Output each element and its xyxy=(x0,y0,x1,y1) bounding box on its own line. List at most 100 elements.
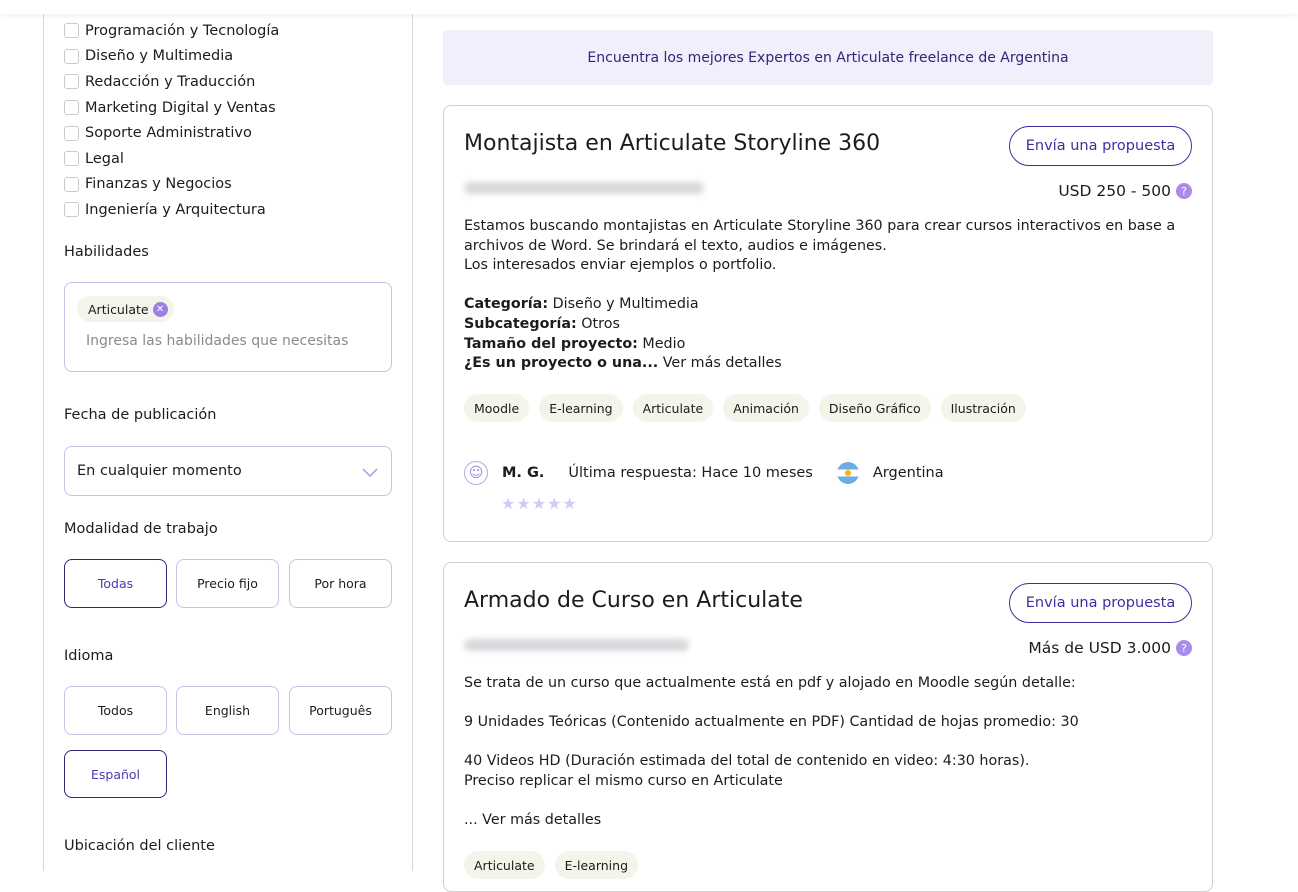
client-location-heading: Ubicación del cliente xyxy=(64,838,215,854)
category-checkbox-4[interactable]: Soporte Administrativo xyxy=(64,120,279,146)
detail-subcategory: Subcategoría: Otros xyxy=(464,315,1184,335)
description-line: Los interesados enviar ejemplos o portfo… xyxy=(464,257,777,274)
category-label: Redacción y Traducción xyxy=(85,73,256,90)
skill-tags: Articulate E-learning xyxy=(464,851,638,879)
send-proposal-button[interactable]: Envía una propuesta xyxy=(1009,126,1192,166)
help-icon[interactable]: ? xyxy=(1176,183,1192,199)
skill-tag[interactable]: Ilustración xyxy=(940,394,1026,422)
skills-input[interactable] xyxy=(86,333,376,349)
detail-value: Otros xyxy=(576,315,620,332)
star-icon: ★ xyxy=(547,494,562,513)
skill-tag[interactable]: Moodle xyxy=(464,394,530,422)
date-heading: Fecha de publicación xyxy=(64,407,217,423)
checkbox-icon[interactable] xyxy=(64,202,79,218)
category-label: Finanzas y Negocios xyxy=(85,176,232,193)
mode-option-por-hora[interactable]: Por hora xyxy=(289,559,392,608)
close-icon[interactable]: ✕ xyxy=(152,301,168,317)
skill-tag[interactable]: Diseño Gráfico xyxy=(818,394,931,422)
star-icon: ★ xyxy=(531,494,547,513)
star-icon: ★ xyxy=(516,494,531,513)
category-label: Legal xyxy=(85,150,124,167)
checkbox-icon[interactable] xyxy=(64,176,79,192)
detail-key: Categoría: xyxy=(464,296,549,313)
client-country: Argentina xyxy=(872,465,944,481)
detail-key: Tamaño del proyecto: xyxy=(464,335,638,352)
work-mode-heading: Modalidad de trabajo xyxy=(64,521,218,537)
skill-tag[interactable]: E-learning xyxy=(539,394,623,422)
price-value: Más de USD 3.000 xyxy=(1028,639,1171,657)
project-card: Armado de Curso en Articulate Envía una … xyxy=(443,562,1213,892)
project-description: Estamos buscando montajistas en Articula… xyxy=(464,217,1184,374)
description-line xyxy=(464,694,1184,714)
detail-value: Diseño y Multimedia xyxy=(548,296,699,313)
skill-tag[interactable]: E-learning xyxy=(554,851,638,879)
skill-tag[interactable]: Articulate xyxy=(632,394,714,422)
description-line xyxy=(464,792,1184,812)
language-option-espanol[interactable]: Español xyxy=(64,750,167,798)
help-icon[interactable]: ? xyxy=(1176,640,1192,656)
star-icon: ★ xyxy=(501,494,516,513)
see-more-link[interactable]: ... Ver más detalles xyxy=(464,811,1184,831)
description-line: Preciso replicar el mismo curso en Artic… xyxy=(464,772,783,789)
blurred-meta xyxy=(464,182,704,194)
price-range: USD 250 - 500 ? xyxy=(1058,182,1192,200)
category-label: Marketing Digital y Ventas xyxy=(85,99,276,116)
category-label: Ingeniería y Arquitectura xyxy=(85,201,266,218)
category-label: Programación y Tecnología xyxy=(85,22,280,39)
detail-truncated: ¿Es un proyecto o una... Ver más detalle… xyxy=(464,354,1184,374)
filters-sidebar: Programación y Tecnología Diseño y Multi… xyxy=(43,0,413,871)
star-icon: ★ xyxy=(562,494,577,513)
category-checkbox-5[interactable]: Legal xyxy=(64,146,279,172)
detail-category: Categoría: Diseño y Multimedia xyxy=(464,295,1184,315)
description-line: 40 Videos HD (Duración estimada del tota… xyxy=(464,753,1030,770)
category-label: Soporte Administrativo xyxy=(85,125,252,142)
category-checkbox-6[interactable]: Finanzas y Negocios xyxy=(64,172,279,198)
skills-heading: Habilidades xyxy=(64,244,149,260)
send-proposal-button[interactable]: Envía una propuesta xyxy=(1009,583,1192,623)
checkbox-icon[interactable] xyxy=(64,23,79,39)
mode-option-precio-fijo[interactable]: Precio fijo xyxy=(176,559,279,608)
project-title[interactable]: Montajista en Articulate Storyline 360 xyxy=(464,131,880,156)
language-heading: Idioma xyxy=(64,648,114,664)
blurred-meta xyxy=(464,639,689,651)
detail-size: Tamaño del proyecto: Medio xyxy=(464,335,1184,355)
language-option-portugues[interactable]: Português xyxy=(289,686,392,735)
category-label: Diseño y Multimedia xyxy=(85,48,234,65)
description-line: 9 Unidades Teóricas (Contenido actualmen… xyxy=(464,714,1079,731)
language-option-english[interactable]: English xyxy=(176,686,279,735)
category-checkbox-1[interactable]: Diseño y Multimedia xyxy=(64,44,279,70)
category-checkbox-3[interactable]: Marketing Digital y Ventas xyxy=(64,95,279,121)
skill-chip: Articulate ✕ xyxy=(77,296,174,322)
skill-chip-label: Articulate xyxy=(88,301,149,317)
project-card: Montajista en Articulate Storyline 360 E… xyxy=(443,105,1213,542)
date-select-value: En cualquier momento xyxy=(77,463,242,479)
checkbox-icon[interactable] xyxy=(64,74,79,90)
category-checkbox-0[interactable]: Programación y Tecnología xyxy=(64,18,279,44)
detail-value: Medio xyxy=(637,335,686,352)
skill-tags: Moodle E-learning Articulate Animación D… xyxy=(464,394,1026,422)
checkbox-icon[interactable] xyxy=(64,48,79,64)
smiley-avatar-icon: ☺ xyxy=(464,461,488,485)
date-select[interactable]: En cualquier momento xyxy=(64,446,392,496)
project-title[interactable]: Armado de Curso en Articulate xyxy=(464,588,803,613)
chevron-down-icon xyxy=(362,468,378,478)
category-checkbox-7[interactable]: Ingeniería y Arquitectura xyxy=(64,197,279,223)
client-rating: ★ ★ ★ ★ ★ xyxy=(501,494,577,513)
mode-option-todas[interactable]: Todas xyxy=(64,559,167,608)
checkbox-icon[interactable] xyxy=(64,125,79,141)
top-header-bar xyxy=(0,0,1298,14)
client-name[interactable]: M. G. xyxy=(502,465,544,481)
argentina-flag-icon xyxy=(836,462,859,484)
see-more-link[interactable]: Ver más detalles xyxy=(658,355,782,371)
checkbox-icon[interactable] xyxy=(64,151,79,167)
skill-tag[interactable]: Animación xyxy=(723,394,809,422)
project-description: Se trata de un curso que actualmente est… xyxy=(464,674,1184,831)
detail-key: ¿Es un proyecto o una... xyxy=(464,355,659,372)
price-range: Más de USD 3.000 ? xyxy=(1028,639,1192,657)
skill-tag[interactable]: Articulate xyxy=(464,851,545,879)
description-line: archivos de Word. Se brindará el texto, … xyxy=(464,237,887,254)
checkbox-icon[interactable] xyxy=(64,100,79,116)
skills-field[interactable]: Articulate ✕ xyxy=(64,282,392,372)
category-checkbox-2[interactable]: Redacción y Traducción xyxy=(64,69,279,95)
language-option-todos[interactable]: Todos xyxy=(64,686,167,735)
